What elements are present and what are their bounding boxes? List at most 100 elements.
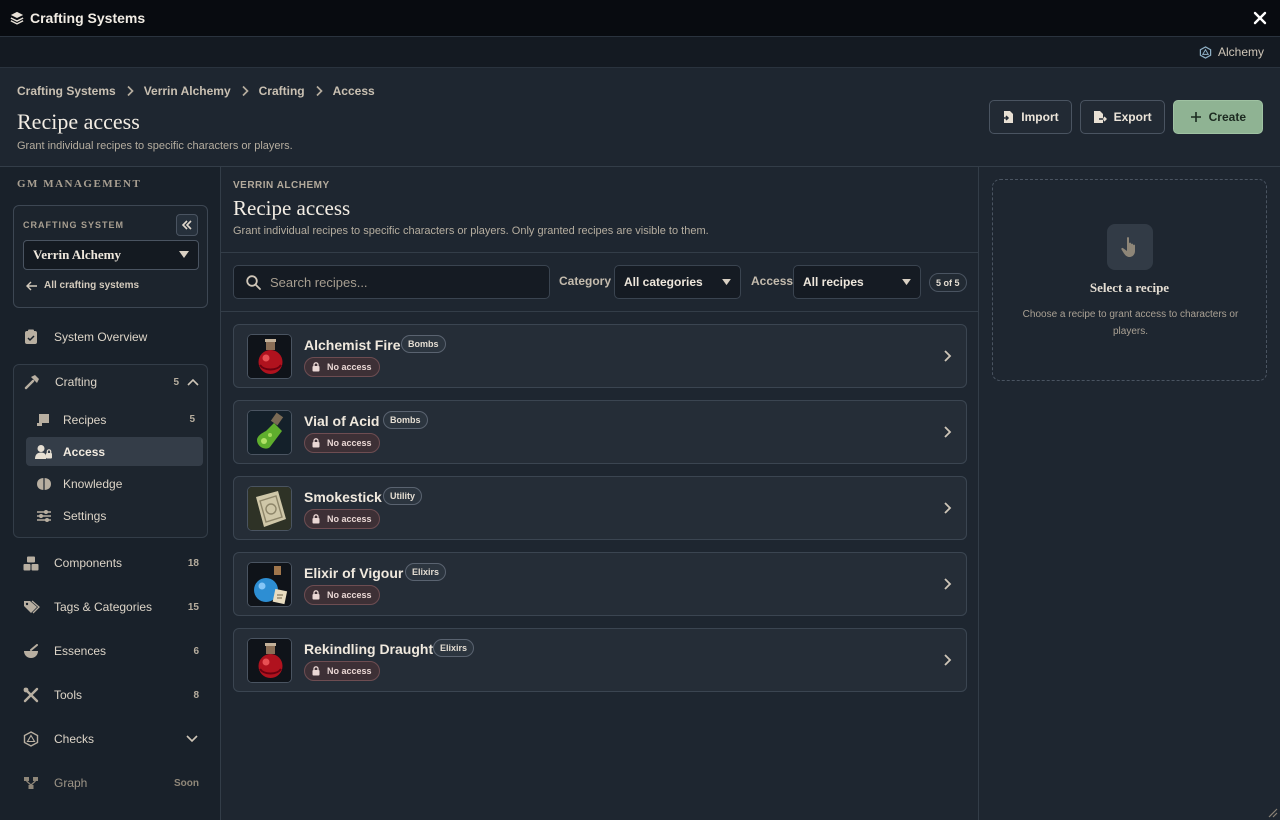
chevron-right-icon	[944, 654, 952, 666]
current-system-indicator[interactable]: Alchemy	[1199, 45, 1264, 59]
recipe-name: Smokestick	[304, 489, 382, 505]
chevron-right-icon	[315, 85, 323, 97]
recipe-row[interactable]: Elixir of Vigour Elixirs No access	[233, 552, 967, 616]
window-title: Crafting Systems	[30, 10, 146, 26]
sidebar-item-tools[interactable]: Tools 8	[13, 679, 208, 711]
recipe-row[interactable]: Rekindling Draught Elixirs No access	[233, 628, 967, 692]
boxes-icon	[22, 554, 40, 572]
chevron-right-icon	[944, 350, 952, 362]
smoke-scroll-icon	[247, 486, 292, 531]
export-button[interactable]: Export	[1079, 100, 1165, 134]
arrow-left-icon	[26, 281, 37, 290]
sidebar-item-checks[interactable]: Checks	[13, 723, 208, 755]
all-crafting-systems-link[interactable]: All crafting systems	[26, 280, 139, 291]
search-icon	[246, 274, 261, 290]
main-content: VERRIN ALCHEMY Recipe access Grant indiv…	[221, 167, 979, 820]
red-potion-icon	[247, 638, 292, 683]
breadcrumb-item-crafting-systems[interactable]: Crafting Systems	[17, 84, 116, 98]
sidebar-item-crafting[interactable]: Crafting 5	[14, 366, 209, 398]
category-tag: Utility	[383, 487, 423, 505]
page-title: Recipe access	[17, 109, 140, 134]
red-potion-icon	[247, 334, 292, 379]
no-access-badge: No access	[304, 357, 380, 377]
scroll-icon	[35, 411, 53, 429]
no-access-badge: No access	[304, 585, 380, 605]
empty-state: Select a recipe Choose a recipe to grant…	[992, 179, 1267, 381]
close-icon	[1253, 11, 1267, 25]
chevron-right-icon	[944, 578, 952, 590]
access-select[interactable]: All recipes	[793, 265, 921, 299]
main-subtitle: Grant individual recipes to specific cha…	[233, 225, 709, 237]
chevron-right-icon	[241, 85, 249, 97]
pointer-hand-icon	[1107, 224, 1153, 270]
empty-state-title: Select a recipe	[1089, 280, 1170, 295]
create-button[interactable]: Create	[1172, 100, 1263, 134]
sidebar-item-recipes[interactable]: Recipes 5	[26, 405, 203, 434]
chevron-down-icon	[186, 735, 198, 743]
crafting-group: Crafting 5 Recipes 5 Access Knowledge Se…	[13, 364, 208, 538]
category-tag: Bombs	[383, 411, 428, 429]
close-button[interactable]	[1250, 8, 1270, 28]
sidebar-item-tags-categories[interactable]: Tags & Categories 15	[13, 591, 208, 623]
plus-icon	[1190, 112, 1201, 122]
system-eyebrow: VERRIN ALCHEMY	[233, 180, 330, 191]
empty-state-description: Choose a recipe to grant access to chara…	[1022, 309, 1239, 337]
filter-bar: Category All categories Access All recip…	[221, 253, 979, 312]
main-title: Recipe access	[233, 196, 351, 220]
breadcrumb-item-access: Access	[332, 84, 375, 98]
brain-icon	[35, 475, 53, 493]
blue-elixir-icon	[247, 562, 292, 607]
sidebar-item-system-overview[interactable]: System Overview	[13, 321, 208, 353]
breadcrumb-item-verrin-alchemy[interactable]: Verrin Alchemy	[144, 84, 231, 98]
chevron-right-icon	[944, 502, 952, 514]
recipe-name: Elixir of Vigour	[304, 565, 404, 581]
recipe-row[interactable]: Alchemist Fire Bombs No access	[233, 324, 967, 388]
sidebar-item-settings[interactable]: Settings	[26, 501, 203, 530]
recipe-row[interactable]: Vial of Acid Bombs No access	[233, 400, 967, 464]
category-tag: Bombs	[401, 335, 446, 353]
header-actions: Import Export Create	[989, 100, 1263, 134]
lock-icon	[312, 438, 320, 448]
d20-icon	[22, 730, 40, 748]
detail-panel: Select a recipe Choose a recipe to grant…	[980, 167, 1280, 820]
breadcrumb-item-crafting[interactable]: Crafting	[259, 84, 305, 98]
file-export-icon	[1093, 111, 1107, 123]
sidebar-item-knowledge[interactable]: Knowledge	[26, 469, 203, 498]
sidebar-item-graph: Graph Soon	[13, 767, 208, 799]
chevron-up-icon	[187, 378, 199, 386]
user-lock-icon	[35, 443, 53, 461]
collapse-sidebar-button[interactable]	[176, 214, 198, 236]
result-count-badge: 5 of 5	[929, 273, 967, 292]
search-box	[233, 265, 550, 299]
resize-handle-icon[interactable]	[1266, 806, 1278, 818]
crafting-system-selector: CRAFTING SYSTEM Verrin Alchemy All craft…	[13, 205, 208, 308]
recipe-name: Vial of Acid	[304, 413, 380, 429]
caret-down-icon	[902, 278, 911, 285]
mortar-pestle-icon	[22, 642, 40, 660]
recipe-name: Rekindling Draught	[304, 641, 434, 657]
crafting-system-dropdown[interactable]: Verrin Alchemy	[23, 240, 199, 270]
tools-icon	[22, 686, 40, 704]
page-header: Crafting Systems Verrin Alchemy Crafting…	[0, 68, 1280, 167]
green-vial-icon	[247, 410, 292, 455]
hammer-icon	[23, 373, 41, 391]
import-button[interactable]: Import	[989, 100, 1072, 134]
lock-icon	[312, 514, 320, 524]
main-header: VERRIN ALCHEMY Recipe access Grant indiv…	[221, 167, 979, 253]
sidebar: GM MANAGEMENT CRAFTING SYSTEM Verrin Alc…	[0, 167, 221, 820]
window-titlebar: Crafting Systems	[0, 0, 1280, 37]
recipe-row[interactable]: Smokestick Utility No access	[233, 476, 967, 540]
caret-down-icon	[722, 278, 731, 285]
sidebar-item-access[interactable]: Access	[26, 437, 203, 466]
category-tag: Elixirs	[433, 639, 475, 657]
page-subtitle: Grant individual recipes to specific cha…	[17, 140, 293, 152]
sidebar-item-essences[interactable]: Essences 6	[13, 635, 208, 667]
graph-icon	[22, 774, 40, 792]
sidebar-item-components[interactable]: Components 18	[13, 547, 208, 579]
system-strip: Alchemy	[0, 37, 1280, 68]
chevrons-left-icon	[181, 220, 192, 230]
caret-down-icon	[179, 251, 189, 258]
layers-icon	[10, 11, 24, 25]
search-input[interactable]	[270, 274, 540, 290]
category-select[interactable]: All categories	[614, 265, 741, 299]
